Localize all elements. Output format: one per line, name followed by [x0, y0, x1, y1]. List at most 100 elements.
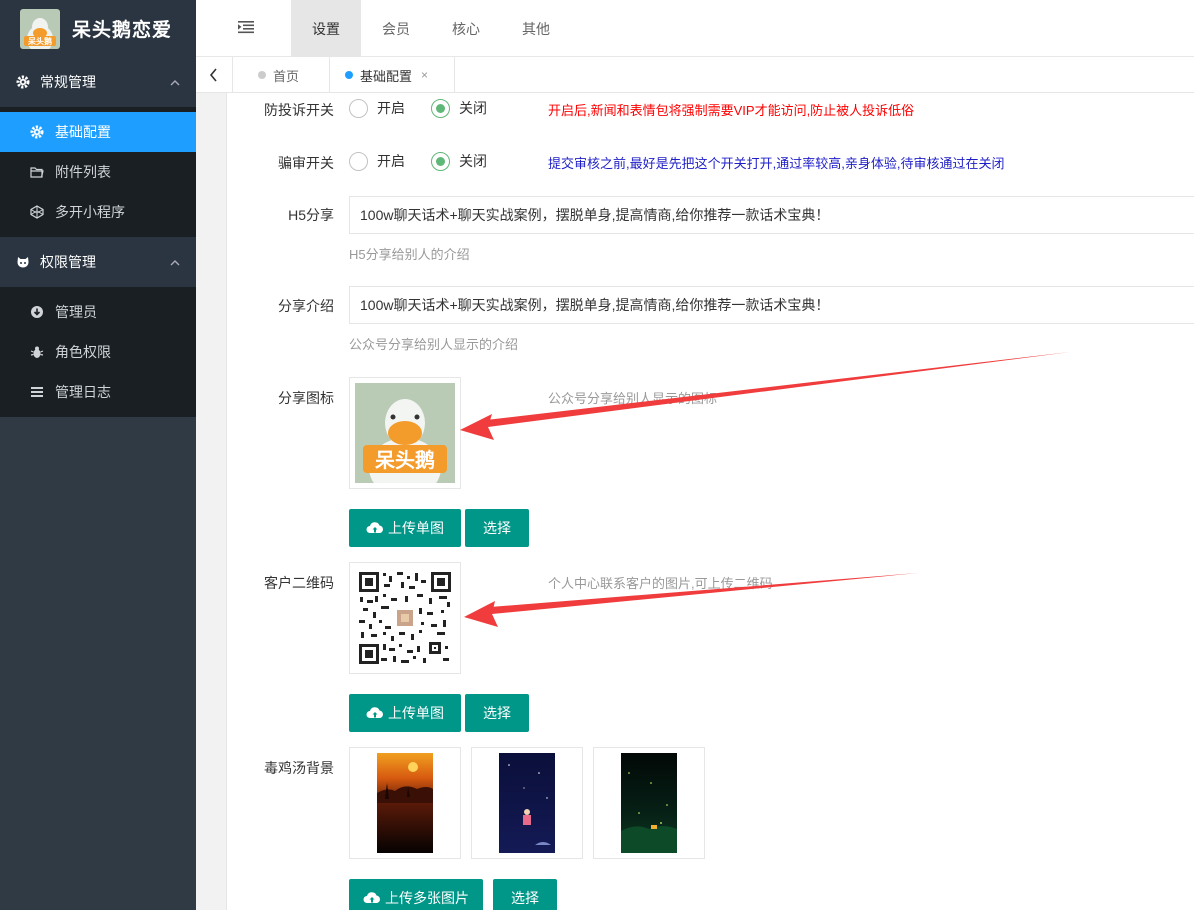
cloud-upload-icon	[366, 522, 383, 533]
tab-label: 首页	[273, 68, 300, 84]
top-nav-other[interactable]: 其他	[501, 0, 571, 57]
goose-image: 呆头鹅	[355, 383, 455, 483]
share-icon-upload-button[interactable]: 上传单图	[349, 509, 461, 547]
share-icon-label: 分享图标	[278, 390, 334, 406]
top-nav-members[interactable]: 会员	[361, 0, 431, 57]
sidebar-item-label: 附件列表	[55, 164, 111, 180]
button-label: 上传多张图片	[385, 890, 469, 906]
menu-fold-icon[interactable]	[238, 20, 254, 34]
gear-icon	[30, 125, 44, 139]
radio-circle	[431, 151, 450, 171]
gear-icon	[16, 75, 30, 89]
brand-title: 呆头鹅恋爱	[72, 20, 173, 41]
radio-label: 开启	[377, 153, 405, 169]
top-nav-core[interactable]: 核心	[431, 0, 501, 57]
sidebar-item-label: 基础配置	[55, 124, 111, 140]
review-label: 骗审开关	[278, 155, 334, 171]
h5share-input[interactable]: 100w聊天话术+聊天实战案例，摆脱单身,提高情商,给你推荐一款话术宝典！	[349, 196, 1194, 234]
nav-group-permissions[interactable]: 权限管理	[0, 237, 196, 287]
h5share-label: H5分享	[288, 207, 334, 223]
codepen-icon	[30, 205, 44, 219]
tab-home[interactable]: 首页	[243, 57, 330, 93]
share-intro-input[interactable]: 100w聊天话术+聊天实战案例，摆脱单身,提高情商,给你推荐一款话术宝典！	[349, 286, 1194, 324]
chevron-up-icon	[170, 255, 180, 266]
complaint-note: 开启后,新闻和表情包将强制需要VIP才能访问,防止被人投诉低俗	[548, 103, 915, 118]
top-header: 设置 会员 核心 其他	[196, 0, 1194, 57]
complaint-label: 防投诉开关	[264, 102, 334, 118]
sidebar-item-basic-config[interactable]: 基础配置	[0, 112, 196, 152]
tab-label: 基础配置	[360, 68, 413, 84]
button-label: 上传单图	[388, 705, 444, 721]
tab-close-icon[interactable]: ×	[421, 68, 428, 82]
review-note: 提交审核之前,最好是先把这个开关打开,通过率较高,亲身体验,待审核通过在关闭	[548, 156, 1005, 171]
cloud-upload-icon	[366, 707, 383, 718]
radio-circle	[431, 98, 450, 118]
radio-label: 开启	[377, 100, 405, 116]
qrcode-hint: 个人中心联系客户的图片,可上传二维码	[548, 576, 773, 591]
review-on-radio[interactable]: 开启	[349, 151, 405, 171]
top-nav-settings[interactable]: 设置	[291, 0, 361, 57]
sidebar-item-logs[interactable]: 管理日志	[0, 372, 196, 412]
tab-bar: 首页 基础配置 ×	[196, 57, 1194, 93]
sunset-image	[377, 753, 433, 853]
nav-group-label: 常规管理	[40, 74, 96, 90]
qrcode-label: 客户二维码	[264, 575, 334, 591]
sidebar-item-attachments[interactable]: 附件列表	[0, 152, 196, 192]
complaint-on-radio[interactable]: 开启	[349, 98, 405, 118]
nav-group-general[interactable]: 常规管理	[0, 57, 196, 107]
share-icon-thumbnail[interactable]: 呆头鹅	[349, 377, 461, 489]
cloud-upload-icon	[363, 892, 380, 903]
radio-label: 关闭	[459, 100, 487, 116]
bug-icon	[30, 345, 44, 359]
brand-logo: 呆头鹅	[20, 8, 60, 49]
sidebar: 呆头鹅 呆头鹅恋爱 常规管理 基础配置 附件列表 多开小程序 权限管理 管理员 …	[0, 0, 196, 910]
top-nav: 设置 会员 核心 其他	[291, 0, 571, 57]
brand-logo-text: 呆头鹅	[27, 36, 52, 46]
sidebar-item-miniprogram[interactable]: 多开小程序	[0, 192, 196, 232]
tab-basic-config[interactable]: 基础配置 ×	[330, 57, 455, 93]
content-area: 防投诉开关 开启 关闭 开启后,新闻和表情包将强制需要VIP才能访问,防止被人投…	[196, 93, 1194, 910]
nav-sub-general: 基础配置 附件列表 多开小程序	[0, 107, 196, 237]
sidebar-item-admins[interactable]: 管理员	[0, 292, 196, 332]
nav-sub-permissions: 管理员 角色权限 管理日志	[0, 287, 196, 417]
sidebar-item-label: 管理员	[55, 304, 97, 320]
radio-circle	[349, 98, 368, 118]
tab-back-button[interactable]	[196, 57, 233, 93]
button-label: 上传单图	[388, 520, 444, 536]
list-icon	[30, 385, 44, 399]
review-off-radio[interactable]: 关闭	[431, 151, 487, 171]
folder-icon	[30, 165, 44, 179]
brand[interactable]: 呆头鹅 呆头鹅恋爱	[0, 0, 196, 57]
goose-image-text: 呆头鹅	[374, 448, 435, 472]
complaint-off-radio[interactable]: 关闭	[431, 98, 487, 118]
config-form: 防投诉开关 开启 关闭 开启后,新闻和表情包将强制需要VIP才能访问,防止被人投…	[226, 93, 1194, 910]
chevron-left-icon	[209, 68, 217, 82]
bg-label: 毒鸡汤背景	[264, 760, 334, 776]
bg-upload-button[interactable]: 上传多张图片	[349, 879, 483, 910]
share-intro-help: 公众号分享给别人显示的介绍	[349, 337, 519, 352]
share-intro-label: 分享介绍	[278, 298, 334, 314]
github-icon	[16, 255, 30, 269]
qrcode-select-button[interactable]: 选择	[465, 694, 529, 732]
bg-thumbnail-3[interactable]	[593, 747, 705, 859]
tab-dot	[258, 71, 266, 79]
sidebar-item-label: 角色权限	[55, 344, 111, 360]
bg-thumbnail-2[interactable]	[471, 747, 583, 859]
sidebar-item-roles[interactable]: 角色权限	[0, 332, 196, 372]
radio-circle	[349, 151, 368, 171]
moon-image	[499, 753, 555, 853]
qrcode-upload-button[interactable]: 上传单图	[349, 694, 461, 732]
content-gutter	[196, 93, 212, 910]
bg-thumbnail-1[interactable]	[349, 747, 461, 859]
nav-group-label: 权限管理	[40, 254, 96, 270]
chevron-up-icon	[170, 75, 180, 86]
download-circle-icon	[30, 305, 44, 319]
tab-dot	[345, 71, 353, 79]
qrcode-thumbnail[interactable]	[349, 562, 461, 674]
share-icon-select-button[interactable]: 选择	[465, 509, 529, 547]
bg-select-button[interactable]: 选择	[493, 879, 557, 910]
h5share-help: H5分享给别人的介绍	[349, 247, 470, 262]
share-icon-hint: 公众号分享给别人显示的图标	[548, 391, 718, 406]
qr-code-image	[357, 570, 453, 666]
sidebar-item-label: 管理日志	[55, 384, 111, 400]
